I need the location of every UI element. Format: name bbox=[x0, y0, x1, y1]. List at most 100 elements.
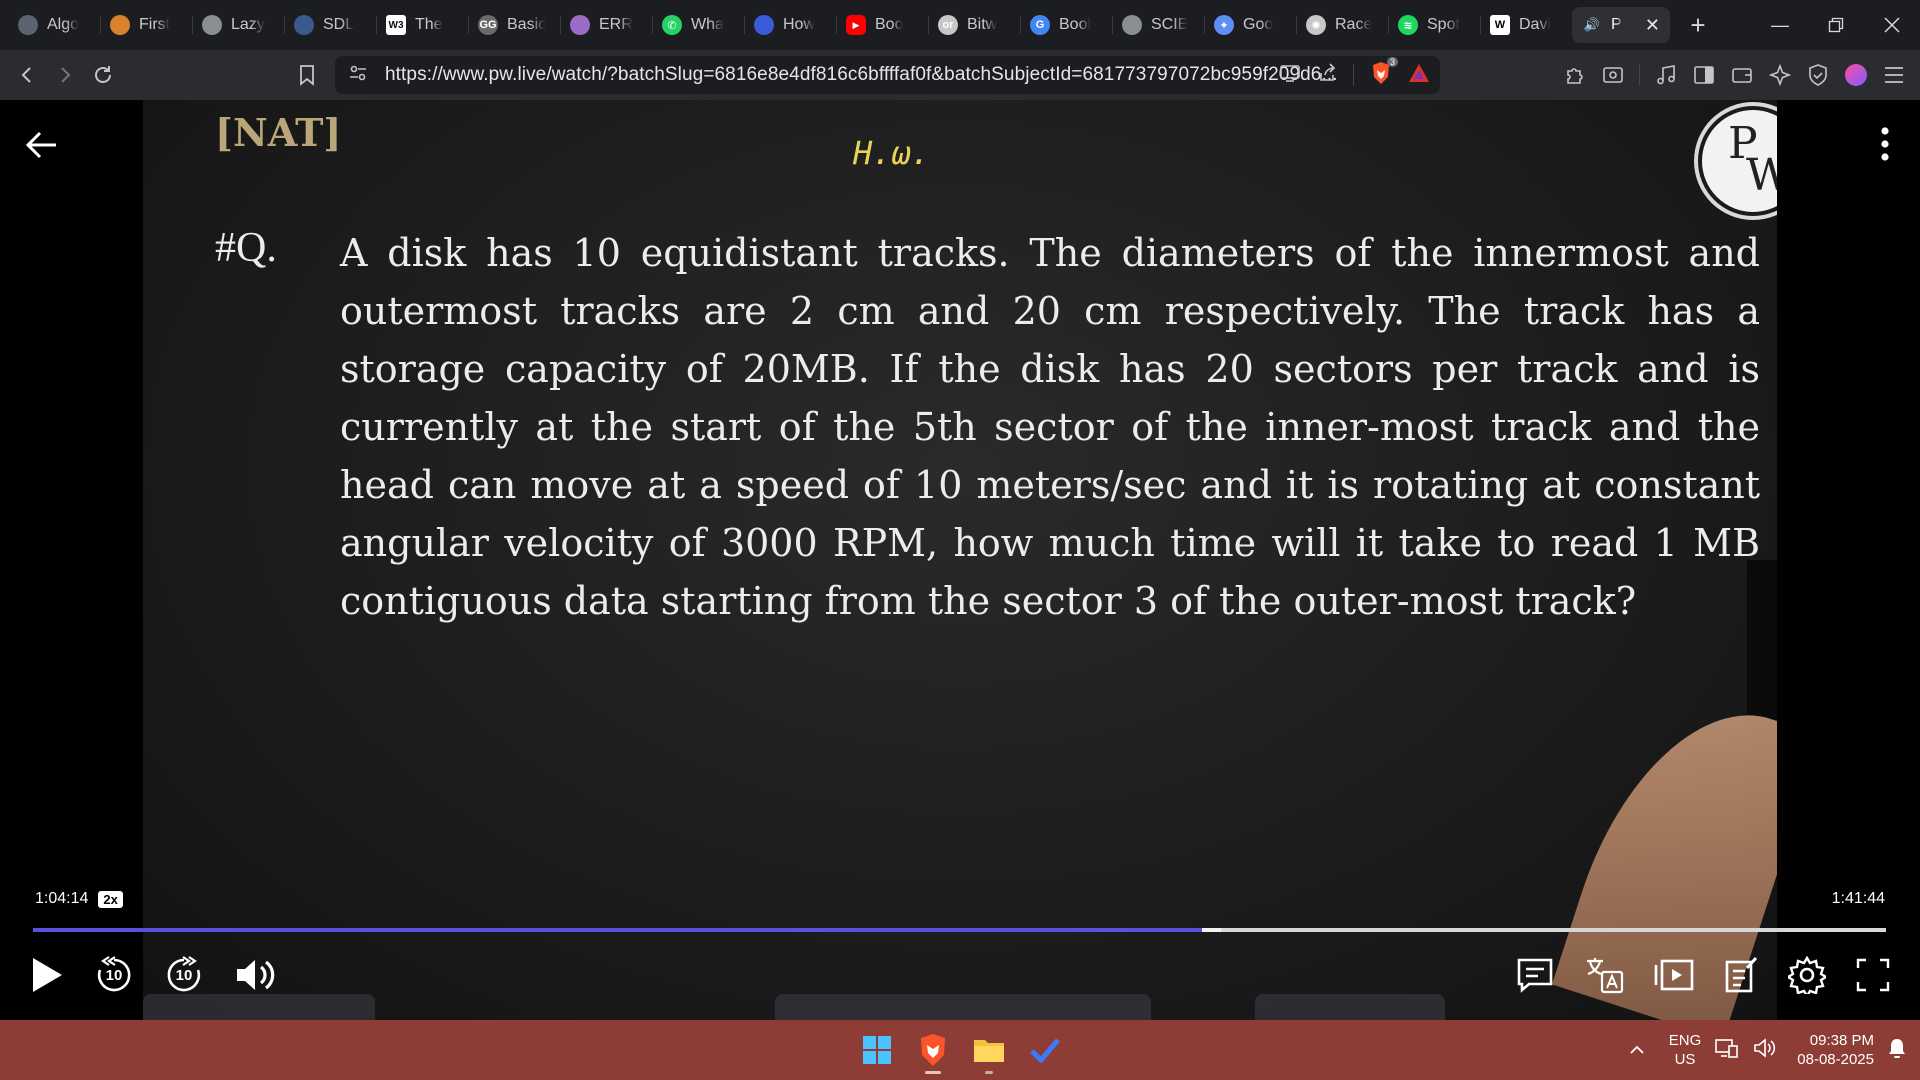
tab-1[interactable]: Algo bbox=[8, 7, 100, 43]
gemini-icon: ✦ bbox=[1214, 15, 1234, 35]
minimize-icon[interactable]: — bbox=[1752, 0, 1808, 50]
tab-title: First bbox=[139, 16, 171, 33]
cast-icon[interactable] bbox=[1279, 63, 1301, 88]
time-elapsed-group: 1:04:14 2x bbox=[35, 890, 123, 908]
rewind-10-icon[interactable]: 10 bbox=[94, 955, 134, 995]
tab-11[interactable]: or Bitw bbox=[928, 7, 1020, 43]
wikipedia-icon: W bbox=[1490, 15, 1510, 35]
tab-13[interactable]: SCIE bbox=[1112, 7, 1204, 43]
profile-avatar-icon[interactable] bbox=[1844, 63, 1868, 87]
close-window-icon[interactable] bbox=[1864, 0, 1920, 50]
brave-rewards-icon[interactable] bbox=[1408, 63, 1430, 88]
input-language[interactable]: ENG US bbox=[1669, 1031, 1702, 1069]
whatsapp-icon: ✆ bbox=[662, 15, 682, 35]
buffer-bar bbox=[1202, 928, 1221, 932]
tab-title: SCIE bbox=[1151, 16, 1189, 33]
clock[interactable]: 09:38 PM 08-08-2025 bbox=[1797, 1031, 1874, 1069]
tab-2[interactable]: First bbox=[100, 7, 192, 43]
reload-icon[interactable] bbox=[84, 56, 122, 94]
todo-icon[interactable] bbox=[1028, 1033, 1062, 1067]
tab-18[interactable]: 🔊 P ✕ bbox=[1572, 7, 1670, 43]
tab-10[interactable]: ▶ Boo bbox=[836, 7, 928, 43]
whiteboard-toolbar-center bbox=[775, 994, 1151, 1020]
url-text[interactable]: https://www.pw.live/watch/?batchSlug=681… bbox=[385, 64, 1338, 86]
site-settings-icon[interactable] bbox=[349, 64, 367, 87]
address-bar[interactable]: https://www.pw.live/watch/?batchSlug=681… bbox=[335, 56, 1440, 94]
sidebar-icon[interactable] bbox=[1692, 63, 1716, 87]
tab-6[interactable]: GG Basic bbox=[468, 7, 560, 43]
network-icon[interactable] bbox=[1715, 1038, 1739, 1062]
close-tab-icon[interactable]: ✕ bbox=[1645, 15, 1660, 36]
tab-16[interactable]: ≋ Spot bbox=[1388, 7, 1480, 43]
globe-icon bbox=[1122, 15, 1142, 35]
region-label: US bbox=[1674, 1051, 1696, 1068]
language-label: ENG bbox=[1668, 1032, 1702, 1049]
vpn-icon[interactable] bbox=[1806, 63, 1830, 87]
notes-icon[interactable] bbox=[1724, 956, 1758, 994]
leo-ai-icon[interactable] bbox=[1768, 63, 1792, 87]
circle-chat-icon bbox=[18, 15, 38, 35]
fullscreen-icon[interactable] bbox=[1856, 958, 1890, 992]
share-icon[interactable] bbox=[1317, 62, 1337, 88]
tab-5[interactable]: W3 The bbox=[376, 7, 468, 43]
speaker-icon[interactable] bbox=[1753, 1038, 1777, 1062]
navigation-bar: https://www.pw.live/watch/?batchSlug=681… bbox=[0, 50, 1920, 100]
translate-icon[interactable] bbox=[1584, 956, 1624, 994]
brave-shields-icon[interactable]: 3 bbox=[1370, 56, 1398, 90]
forward-icon[interactable] bbox=[46, 56, 84, 94]
tab-title: Goo bbox=[1243, 16, 1274, 33]
tab-title: Lazy bbox=[231, 16, 265, 33]
windows-taskbar: ENG US 09:38 PM 08-08-2025 bbox=[0, 1020, 1920, 1080]
seek-bar[interactable] bbox=[33, 928, 1886, 932]
bookmark-icon[interactable] bbox=[288, 56, 326, 94]
back-arrow-icon[interactable] bbox=[22, 125, 62, 165]
tab-title: Wha bbox=[691, 16, 724, 33]
tab-17[interactable]: W Davi bbox=[1480, 7, 1572, 43]
more-options-icon[interactable] bbox=[1880, 126, 1890, 162]
video-frame[interactable]: [NAT] H.ω. P W #Q. A disk has 10 equidis… bbox=[143, 100, 1777, 1020]
youtube-icon: ▶ bbox=[846, 15, 866, 35]
video-player[interactable]: [NAT] H.ω. P W #Q. A disk has 10 equidis… bbox=[0, 100, 1920, 1020]
tab-4[interactable]: SDL bbox=[284, 7, 376, 43]
separator bbox=[1353, 64, 1354, 86]
progress-fill bbox=[33, 928, 1203, 932]
back-icon[interactable] bbox=[8, 56, 46, 94]
tab-title: Bitw bbox=[967, 16, 998, 33]
chat-icon[interactable] bbox=[1516, 957, 1554, 993]
brain-icon bbox=[570, 15, 590, 35]
tab-12[interactable]: G Bool bbox=[1020, 7, 1112, 43]
new-tab-icon[interactable]: + bbox=[1678, 10, 1718, 41]
leetcode-icon: or bbox=[938, 15, 958, 35]
settings-gear-icon[interactable] bbox=[1788, 956, 1826, 994]
playback-controls: 10 10 bbox=[30, 950, 278, 1000]
restore-icon[interactable] bbox=[1808, 0, 1864, 50]
menu-icon[interactable] bbox=[1882, 63, 1906, 87]
stack-icon bbox=[110, 15, 130, 35]
notification-bell-icon[interactable] bbox=[1888, 1038, 1906, 1062]
tab-title: ERR bbox=[599, 16, 633, 33]
taskbar-apps bbox=[860, 1020, 1062, 1080]
forward-10-icon[interactable]: 10 bbox=[164, 955, 204, 995]
tab-9[interactable]: How bbox=[744, 7, 836, 43]
tab-14[interactable]: ✦ Goo bbox=[1204, 7, 1296, 43]
tab-15[interactable]: ✺ Race bbox=[1296, 7, 1388, 43]
extensions-icon[interactable] bbox=[1563, 63, 1587, 87]
play-icon[interactable] bbox=[30, 956, 64, 994]
reader-mode-icon[interactable] bbox=[1601, 63, 1625, 87]
volume-icon[interactable] bbox=[234, 955, 278, 995]
show-hidden-icons-icon[interactable] bbox=[1629, 1042, 1645, 1059]
picture-in-picture-icon[interactable] bbox=[1654, 958, 1694, 992]
tab-8[interactable]: ✆ Wha bbox=[652, 7, 744, 43]
tab-7[interactable]: ERR bbox=[560, 7, 652, 43]
windows-start-icon[interactable] bbox=[860, 1033, 894, 1067]
playback-speed-badge[interactable]: 2x bbox=[98, 890, 123, 908]
tab-3[interactable]: Lazy bbox=[192, 7, 284, 43]
tab-title: Boo bbox=[875, 16, 904, 33]
brave-browser-icon[interactable] bbox=[916, 1033, 950, 1074]
file-explorer-icon[interactable] bbox=[972, 1033, 1006, 1074]
wallet-icon[interactable] bbox=[1730, 63, 1754, 87]
active-indicator bbox=[925, 1071, 941, 1074]
tab-title: Bool bbox=[1059, 16, 1092, 33]
rewind-seconds-label: 10 bbox=[105, 967, 123, 984]
media-music-icon[interactable] bbox=[1654, 63, 1678, 87]
